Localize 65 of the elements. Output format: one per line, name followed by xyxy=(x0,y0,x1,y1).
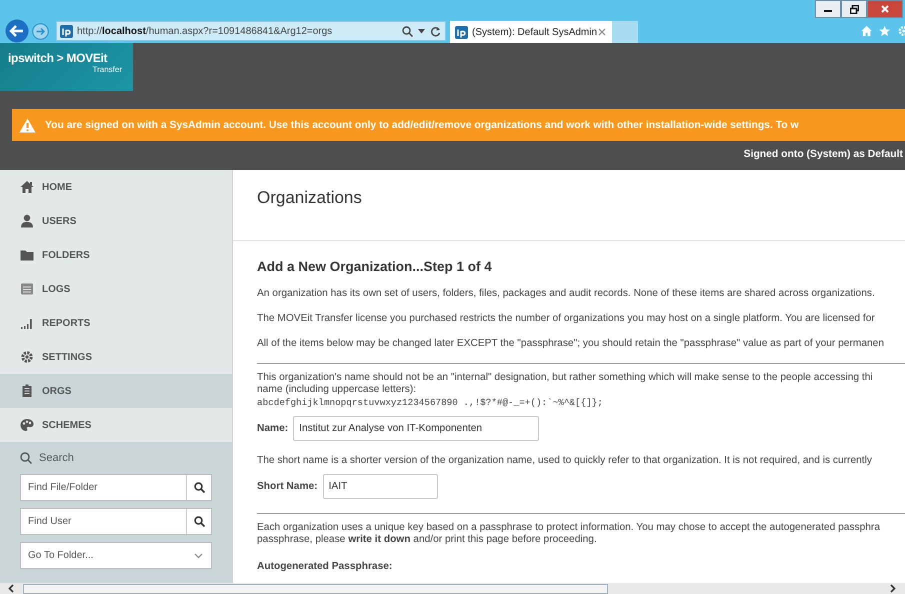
sidebar-item[interactable]: USERS xyxy=(0,204,232,238)
page-title: Organizations xyxy=(257,188,363,208)
back-icon[interactable] xyxy=(5,19,29,43)
search-field[interactable]: Find File/Folder xyxy=(20,474,212,501)
sidebar-item[interactable]: HOME xyxy=(0,170,232,204)
sidebar-item[interactable]: REPORTS xyxy=(0,306,232,340)
paragraph: The short name is a shorter version of the organization name, used to quickly refer to that organization. It is not required, and is currently xyxy=(257,455,873,466)
text-line: name (including uppercase letters): xyxy=(257,384,418,395)
logo[interactable]: ipswitch > MOVEit Transfer xyxy=(0,43,133,91)
restore-button[interactable] xyxy=(841,0,867,18)
palette-icon xyxy=(20,418,34,432)
site-icon xyxy=(455,26,468,38)
paragraph: The MOVEit Transfer license you purchased restricts the number of organizations you may host on a single platform. You are licensed for xyxy=(257,313,876,324)
search-icon[interactable] xyxy=(402,26,413,36)
allowed-characters: abcdefghijklmnopqrstuvwxyz1234567890 .,!$?*#@-_=+():`~%^&[{]}; xyxy=(257,397,604,408)
tab-title: (System): Default SysAdmin xyxy=(472,26,598,38)
refresh-icon[interactable] xyxy=(430,26,441,36)
bar-chart-icon xyxy=(20,316,34,330)
sidebar-item[interactable]: LOGS xyxy=(0,272,232,306)
star-icon[interactable] xyxy=(879,25,890,37)
signed-on-text: Signed onto (System) as Default xyxy=(742,149,904,160)
home-icon xyxy=(20,180,34,194)
logo-subtitle: Transfer xyxy=(92,65,122,74)
folder-icon xyxy=(20,248,34,262)
browser-tab[interactable]: (System): Default SysAdmin xyxy=(450,21,612,43)
text-line: Each organization uses a unique key based on a passphrase to protect information. You may chose to accept the autogenerated passphra xyxy=(257,522,881,533)
url-text: http://localhost/human.aspx?r=1091486841&Arg12=orgs xyxy=(77,26,334,36)
field-heading: Autogenerated Passphrase: xyxy=(257,561,394,572)
logo-text: ipswitch > MOVEit xyxy=(8,51,108,65)
search-icon xyxy=(194,516,204,527)
search-icon xyxy=(20,452,32,464)
text-line: passphrase, please write it down and/or print this page before proceeding. xyxy=(257,534,598,545)
folder-dropdown[interactable]: Go To Folder... xyxy=(20,542,212,569)
search-icon xyxy=(194,482,204,493)
sidebar-item[interactable]: ORGS xyxy=(0,374,232,408)
chevron-icon xyxy=(194,552,203,558)
restore-icon xyxy=(850,4,858,14)
list-icon xyxy=(20,282,34,296)
caret-icon[interactable] xyxy=(418,28,425,34)
warning-icon xyxy=(19,118,36,132)
section-heading: Add a New Organization...Step 1 of 4 xyxy=(257,259,493,274)
text-field[interactable]: Institut zur Analyse von IT-Komponenten xyxy=(293,416,540,441)
warning-text: You are signed on with a SysAdmin account. Use this account only to add/edit/remove organizations and work with other installation-wide settings. To w xyxy=(45,120,799,130)
sidebar-item[interactable]: SCHEMES xyxy=(0,408,232,442)
close-icon[interactable] xyxy=(598,28,606,36)
minimize-button[interactable] xyxy=(815,0,841,18)
sidebar-item[interactable]: FOLDERS xyxy=(0,238,232,272)
paragraph: All of the items below may be changed later EXCEPT the "passphrase"; you should retain the "passphrase" value as part of your permanen xyxy=(257,338,886,349)
paragraph: An organization has its own set of users, folders, files, packages and audit records. None of these items are shared across organizations. xyxy=(257,288,876,299)
field-label: Name: xyxy=(257,423,288,434)
address-bar[interactable]: http://localhost/human.aspx?r=1091486841&Arg12=orgs xyxy=(56,21,446,41)
close-icon xyxy=(881,5,889,13)
field-label: Short Name: xyxy=(257,481,318,492)
search-field[interactable]: Find User xyxy=(20,508,212,535)
user-icon xyxy=(20,214,34,228)
settings-icon xyxy=(20,350,34,364)
close-button[interactable] xyxy=(867,0,903,18)
building-icon xyxy=(20,384,34,398)
text-field[interactable]: IAIT xyxy=(322,474,438,499)
search-label: Search xyxy=(39,452,74,464)
text-line: This organization's name should not be an "internal" designation, but rather something which will make sense to the people accessing thi xyxy=(257,372,874,383)
horizontal-scrollbar[interactable] xyxy=(0,583,905,594)
sidebar-item[interactable]: SETTINGS xyxy=(0,340,232,374)
site-icon xyxy=(60,24,73,38)
scrollbar-thumb[interactable] xyxy=(23,584,608,594)
